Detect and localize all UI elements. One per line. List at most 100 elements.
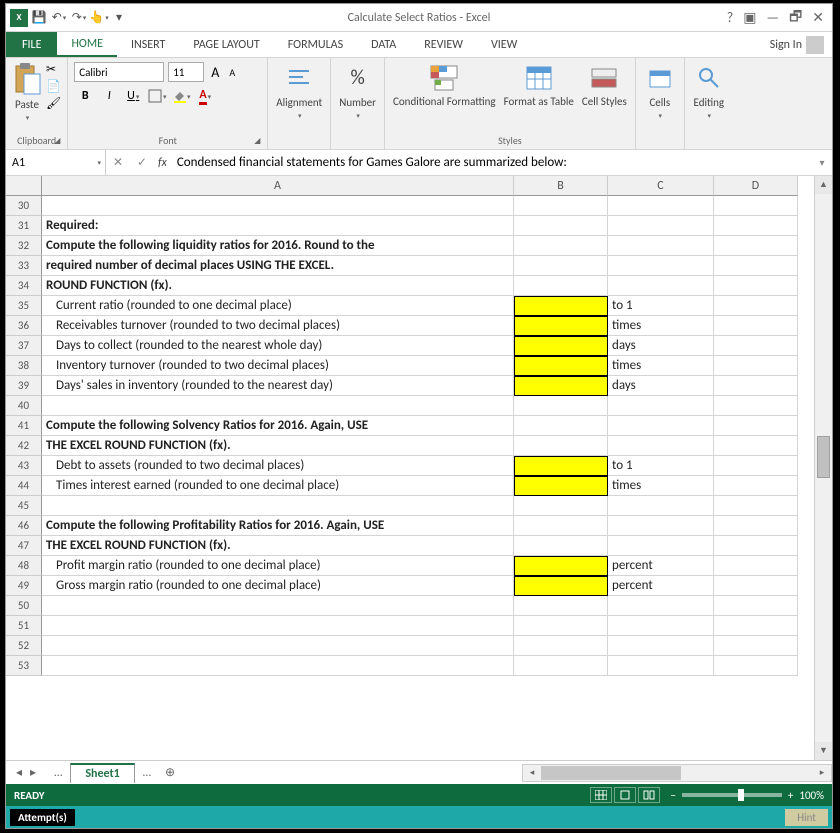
cell[interactable] [608,196,714,216]
grow-font-button[interactable]: A [208,63,222,82]
cell[interactable] [608,596,714,616]
cell[interactable] [514,596,608,616]
cell[interactable]: Compute the following liquidity ratios f… [42,236,514,256]
row-header[interactable]: 30 [6,196,42,216]
cell[interactable]: days [608,336,714,356]
cell[interactable] [714,616,798,636]
row-header[interactable]: 51 [6,616,42,636]
cell[interactable]: Days' sales in inventory (rounded to the… [42,376,514,396]
cell[interactable]: Times interest earned (rounded to one de… [42,476,514,496]
row-header[interactable]: 40 [6,396,42,416]
cell[interactable] [608,636,714,656]
row-header[interactable]: 42 [6,436,42,456]
cell[interactable] [608,236,714,256]
cell[interactable] [714,576,798,596]
cell[interactable] [514,296,608,316]
cell[interactable] [608,536,714,556]
cell[interactable]: times [608,476,714,496]
underline-button[interactable]: U▾ [122,86,144,106]
cell[interactable]: Profit margin ratio (rounded to one deci… [42,556,514,576]
cell[interactable] [514,236,608,256]
insert-function-button[interactable]: fx [154,156,171,170]
cell[interactable] [514,636,608,656]
cell[interactable]: Gross margin ratio (rounded to one decim… [42,576,514,596]
normal-view-button[interactable] [590,787,612,803]
cell[interactable] [514,336,608,356]
tab-file[interactable]: FILE [6,32,57,57]
restore-button[interactable]: 🗗 [789,6,802,30]
ribbon-display-options[interactable]: ▣ [743,9,756,26]
alignment-button[interactable]: Alignment ▾ [274,62,324,120]
cell[interactable] [514,516,608,536]
sign-in-link[interactable]: Sign In [762,32,832,57]
scroll-right-button[interactable]: ▸ [813,767,831,778]
conditional-formatting-button[interactable]: Conditional Formatting [391,62,498,108]
cell[interactable] [608,516,714,536]
cell[interactable] [714,236,798,256]
vertical-scrollbar[interactable]: ▲ ▼ [814,176,832,760]
cell[interactable] [714,376,798,396]
cut-button[interactable]: ✂ [46,62,61,77]
cell[interactable] [608,656,714,676]
sheet-tab-sheet1[interactable]: Sheet1 [70,763,134,783]
cell[interactable]: Receivables turnover (rounded to two dec… [42,316,514,336]
cell[interactable] [714,196,798,216]
cell[interactable] [42,196,514,216]
cell[interactable] [714,656,798,676]
zoom-level[interactable]: 100% [799,789,824,802]
row-header[interactable]: 45 [6,496,42,516]
font-dialog-launcher[interactable]: ◢ [254,136,264,146]
paste-button[interactable]: Paste ▾ [12,62,42,122]
tab-home[interactable]: HOME [57,32,117,57]
font-name-input[interactable] [74,62,164,82]
cell[interactable]: Inventory turnover (rounded to two decim… [42,356,514,376]
cell[interactable]: times [608,316,714,336]
cell[interactable]: Required: [42,216,514,236]
bold-button[interactable]: B [74,86,96,106]
cell[interactable] [714,516,798,536]
cell[interactable] [514,396,608,416]
row-header[interactable]: 43 [6,456,42,476]
cell[interactable] [714,276,798,296]
cell[interactable] [608,436,714,456]
cell[interactable] [714,356,798,376]
format-as-table-button[interactable]: Format as Table [502,62,576,108]
cell[interactable] [514,656,608,676]
cell[interactable] [514,576,608,596]
row-header[interactable]: 46 [6,516,42,536]
row-header[interactable]: 49 [6,576,42,596]
col-header-d[interactable]: D [714,176,798,196]
cell[interactable] [608,256,714,276]
cell[interactable] [514,256,608,276]
cell[interactable] [42,596,514,616]
grid[interactable]: A B C D 3031Required:32Compute the follo… [6,176,798,760]
cell[interactable] [714,456,798,476]
cell[interactable] [514,416,608,436]
cell[interactable] [714,316,798,336]
zoom-slider[interactable] [682,793,782,797]
row-header[interactable]: 50 [6,596,42,616]
cell[interactable]: to 1 [608,456,714,476]
cell[interactable]: Current ratio (rounded to one decimal pl… [42,296,514,316]
cell[interactable] [714,216,798,236]
row-header[interactable]: 48 [6,556,42,576]
row-header[interactable]: 34 [6,276,42,296]
font-color-button[interactable]: A▾ [194,86,216,106]
cell[interactable] [608,216,714,236]
save-icon[interactable]: 💾 [30,9,48,27]
row-header[interactable]: 37 [6,336,42,356]
cell[interactable] [608,396,714,416]
cell[interactable] [514,436,608,456]
italic-button[interactable]: I [98,86,120,106]
cell[interactable] [514,556,608,576]
cell[interactable] [714,476,798,496]
tab-view[interactable]: VIEW [477,32,531,57]
row-header[interactable]: 52 [6,636,42,656]
cell[interactable] [514,276,608,296]
cell[interactable] [514,356,608,376]
page-layout-view-button[interactable] [614,787,636,803]
col-header-a[interactable]: A [42,176,514,196]
close-button[interactable]: ✕ [812,9,824,26]
cell[interactable]: times [608,356,714,376]
sheet-nav-next[interactable]: ▸ [30,765,36,780]
